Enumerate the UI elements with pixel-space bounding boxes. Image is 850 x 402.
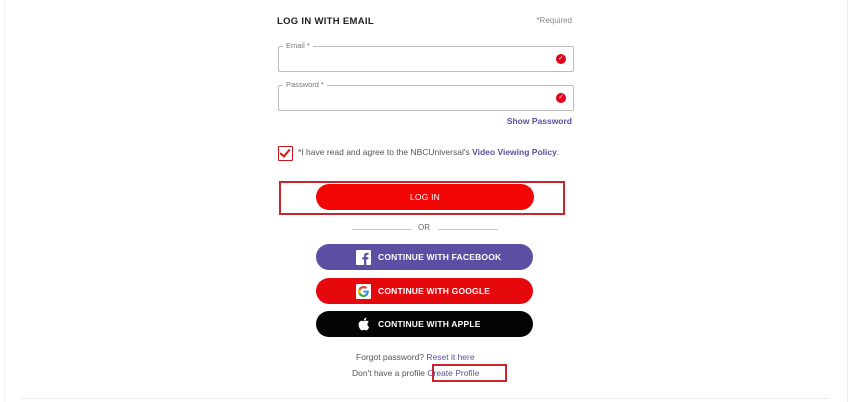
login-button[interactable]: LOG IN — [316, 184, 534, 210]
form-heading: LOG IN WITH EMAIL — [277, 16, 374, 27]
profile-text: Don't have a profile — [352, 368, 428, 378]
reset-password-link[interactable]: Reset it here — [426, 352, 474, 362]
agree-text: *I have read and agree to the NBCUnivers… — [298, 146, 568, 158]
or-divider-left — [352, 229, 412, 230]
forgot-text: Forgot password? — [356, 352, 427, 362]
required-note: *Required — [536, 16, 572, 25]
agree-suffix: . — [556, 147, 560, 157]
email-field[interactable]: Email * ✓ — [278, 41, 574, 72]
agree-label: *I have read and agree to the NBCUnivers… — [298, 147, 473, 157]
facebook-button-label: CONTINUE WITH FACEBOOK — [378, 252, 502, 262]
email-input[interactable] — [287, 53, 541, 69]
forgot-password-row: Forgot password? Reset it here — [356, 352, 475, 362]
facebook-button[interactable]: CONTINUE WITH FACEBOOK — [316, 244, 533, 270]
or-divider-right — [438, 229, 498, 230]
email-label: Email * — [283, 41, 313, 50]
google-icon — [356, 283, 371, 299]
password-input[interactable] — [287, 92, 541, 108]
or-text: OR — [418, 223, 430, 232]
facebook-icon — [356, 249, 371, 265]
error-icon: ✓ — [556, 54, 566, 64]
checkmark-icon — [279, 146, 291, 158]
password-label: Password * — [283, 80, 327, 89]
google-button[interactable]: CONTINUE WITH GOOGLE — [316, 278, 533, 304]
apple-icon — [356, 317, 371, 332]
agree-checkbox[interactable] — [278, 146, 293, 161]
apple-button[interactable]: CONTINUE WITH APPLE — [316, 311, 533, 337]
apple-button-label: CONTINUE WITH APPLE — [378, 319, 481, 329]
password-field[interactable]: Password * ✓ — [278, 80, 574, 111]
video-policy-link[interactable]: Video Viewing Policy — [472, 147, 557, 157]
google-button-label: CONTINUE WITH GOOGLE — [378, 286, 491, 296]
create-profile-highlight — [432, 364, 507, 382]
error-icon: ✓ — [556, 93, 566, 103]
show-password-link[interactable]: Show Password — [507, 116, 572, 126]
login-panel: LOG IN WITH EMAIL *Required Email * ✓ Pa… — [276, 0, 576, 402]
